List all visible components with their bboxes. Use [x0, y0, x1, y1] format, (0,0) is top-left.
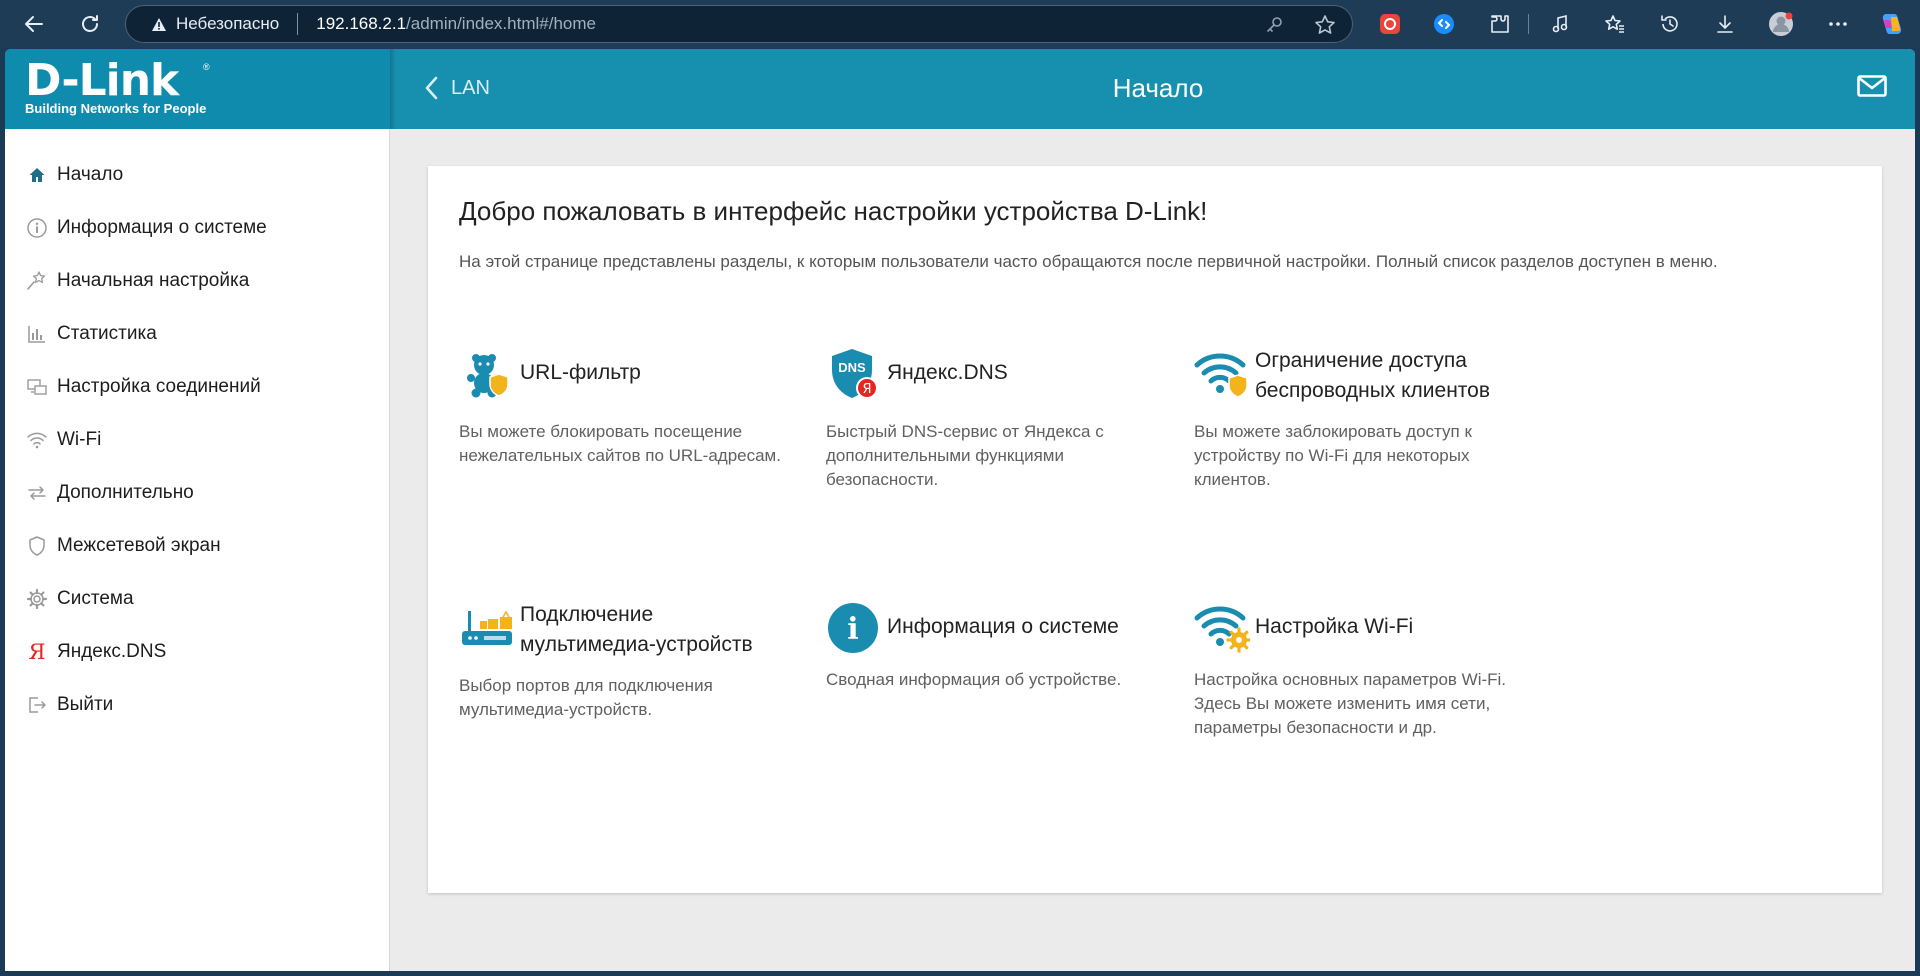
yandex-icon: Я [28, 640, 46, 664]
sidebar-item-label: Wi-Fi [57, 429, 102, 450]
sidebar-item-label: Статистика [57, 323, 157, 344]
dns-icon-text: DNS [838, 360, 866, 375]
sidebar-item-label: Настройка соединений [57, 376, 261, 397]
tile-wifi-settings[interactable]: Настройка Wi-Fi Настройка основных парам… [1194, 600, 1524, 750]
tile-multimedia-devices[interactable]: Подключение мультимедиа-устройств Выбор … [459, 600, 789, 750]
dlink-logo[interactable]: D-Link ® Building Networks for People [5, 49, 390, 129]
tile-title: Информация о системе [887, 615, 1119, 638]
logo-text: D-Link [25, 55, 179, 106]
address-bar[interactable]: Небезопасно 192.168.2.1/admin/index.html… [125, 5, 1353, 43]
system-info-icon: i [826, 600, 882, 656]
logo-tagline: Building Networks for People [25, 101, 207, 116]
wizard-icon [25, 269, 49, 293]
intro-text: На этой странице представлены разделы, к… [459, 252, 1718, 271]
header-divider [390, 49, 396, 129]
registered-mark: ® [203, 62, 210, 72]
copilot-icon[interactable] [1877, 10, 1905, 38]
gear-icon [25, 587, 49, 611]
extensions-puzzle-icon[interactable] [1486, 10, 1514, 38]
yandex-dns-icon: DNS Я [826, 346, 882, 402]
sidebar-item-label: Выйти [57, 694, 114, 715]
tile-system-info[interactable]: i Информация о системе Сводная информаци… [826, 600, 1156, 750]
chevron-left-icon [423, 73, 445, 103]
tile-url-filter[interactable]: URL-фильтр Вы можете блокировать посещен… [459, 346, 789, 496]
tile-yandex-dns[interactable]: DNS Я Яндекс.DNS Быстрый DNS-сервис от Я… [826, 346, 1156, 496]
info-glyph: i [847, 612, 858, 647]
sidebar-item-initial-setup[interactable]: Начальная настройка [5, 259, 390, 303]
advanced-icon [25, 481, 49, 505]
favorites-icon[interactable] [1601, 10, 1629, 38]
home-icon [25, 163, 49, 187]
browser-toolbar: Небезопасно 192.168.2.1/admin/index.html… [0, 0, 1920, 48]
toolbar-divider [1528, 14, 1529, 34]
tile-description: Вы можете заблокировать доступ к устройс… [1194, 422, 1472, 489]
tile-title: URL-фильтр [520, 361, 641, 384]
tile-title: Яндекс.DNS [887, 361, 1008, 384]
sidebar-item-system[interactable]: Система [5, 577, 390, 621]
connections-icon [25, 375, 49, 399]
insecure-label: Небезопасно [176, 14, 280, 33]
app-header: D-Link ® Building Networks for People LA… [5, 49, 1915, 129]
back-arrow-icon[interactable] [20, 10, 48, 38]
sidebar-item-wifi[interactable]: Wi-Fi [5, 418, 390, 462]
wifi-settings-icon [1194, 600, 1250, 656]
sidebar-item-logout[interactable]: Выйти [5, 683, 390, 727]
logout-icon [25, 693, 49, 717]
sidebar-item-home[interactable]: Начало [5, 153, 390, 197]
profile-avatar-icon[interactable] [1767, 10, 1795, 38]
wifi-icon [25, 428, 49, 452]
sidebar: Начало Информация о системе Начальная на… [5, 129, 390, 971]
sidebar-item-label: Начало [57, 164, 124, 185]
page-title: Начало [1112, 73, 1204, 103]
sidebar-item-label: Начальная настройка [57, 270, 250, 291]
welcome-card: Добро пожаловать в интерфейс настройки у… [428, 166, 1882, 893]
url-path: /admin/index.html#/home [406, 14, 596, 33]
tile-description: Выбор портов для подключения мультимедиа… [459, 676, 713, 719]
sidebar-item-system-info[interactable]: Информация о системе [5, 206, 390, 250]
sidebar-item-statistics[interactable]: Статистика [5, 312, 390, 356]
tile-title: Настройка Wi-Fi [1255, 615, 1414, 638]
extension-shazam-icon[interactable] [1430, 10, 1458, 38]
key-icon[interactable] [1264, 15, 1284, 40]
sidebar-item-connections[interactable]: Настройка соединений [5, 365, 390, 409]
welcome-heading: Добро пожаловать в интерфейс настройки у… [459, 196, 1208, 226]
back-link-label: LAN [451, 76, 490, 99]
sidebar-item-advanced[interactable]: Дополнительно [5, 471, 390, 515]
shield-icon [25, 534, 49, 558]
statistics-icon [25, 322, 49, 346]
tile-wireless-access-restriction[interactable]: Ограничение доступа беспроводных клиенто… [1194, 346, 1524, 516]
tile-description: Вы можете блокировать посещение нежелате… [459, 422, 781, 465]
tile-title: Ограничение доступа беспроводных клиенто… [1255, 349, 1491, 402]
mail-icon[interactable] [1857, 75, 1887, 102]
warning-icon [150, 15, 168, 33]
history-icon[interactable] [1656, 10, 1684, 38]
router-admin-app: D-Link ® Building Networks for People LA… [5, 49, 1915, 971]
extension-record-icon[interactable] [1376, 10, 1404, 38]
tile-description: Быстрый DNS-сервис от Яндекса с дополнит… [826, 422, 1104, 489]
tile-description: Сводная информация об устройстве. [826, 670, 1122, 689]
tile-description: Настройка основных параметров Wi-Fi. Зде… [1194, 670, 1507, 737]
more-menu-icon[interactable] [1824, 10, 1852, 38]
sidebar-item-yandex-dns[interactable]: Я Яндекс.DNS [5, 630, 390, 674]
yandex-badge-text: Я [862, 382, 871, 397]
favorite-star-icon[interactable] [1314, 14, 1336, 41]
url-filter-icon [459, 346, 515, 402]
sidebar-item-label: Система [57, 588, 134, 609]
wifi-shield-icon [1194, 346, 1250, 402]
sidebar-item-label: Яндекс.DNS [57, 641, 167, 662]
reload-icon[interactable] [76, 10, 104, 38]
multimedia-icon [459, 600, 515, 656]
address-separator [297, 13, 299, 35]
media-control-icon[interactable] [1546, 10, 1574, 38]
tile-title: Подключение мультимедиа-устройств [520, 603, 753, 656]
sidebar-item-label: Информация о системе [57, 217, 267, 238]
sidebar-item-label: Межсетевой экран [57, 535, 221, 556]
sidebar-item-label: Дополнительно [57, 482, 194, 503]
sidebar-item-firewall[interactable]: Межсетевой экран [5, 524, 390, 568]
info-icon [25, 216, 49, 240]
back-to-lan-link[interactable]: LAN [423, 73, 490, 103]
url-host: 192.168.2.1 [316, 14, 407, 33]
downloads-icon[interactable] [1711, 10, 1739, 38]
